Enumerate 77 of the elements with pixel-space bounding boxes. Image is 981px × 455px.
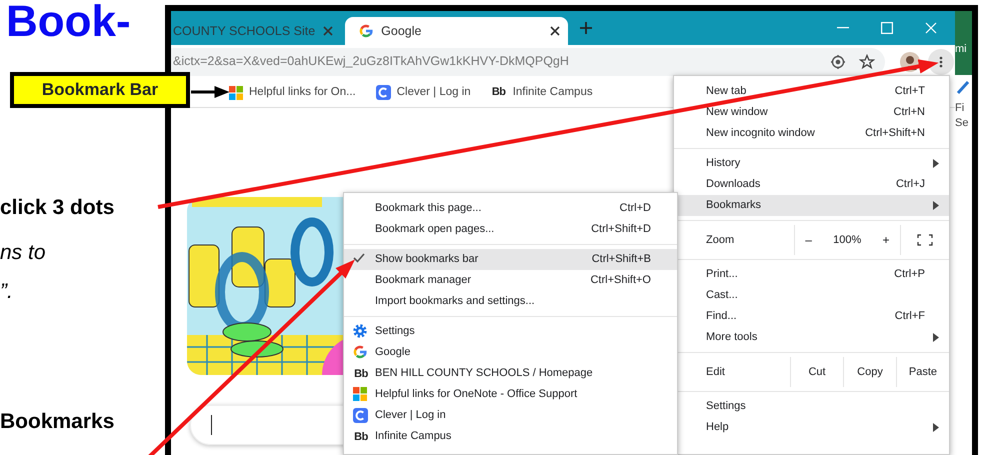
menu-item[interactable]: Help	[674, 417, 949, 438]
menu-item[interactable]: Print... Ctrl+P	[674, 264, 949, 285]
star-icon[interactable]	[859, 54, 875, 70]
menu-action-button[interactable]: Paste	[896, 357, 949, 387]
shortcut-text: Ctrl+Shift+D	[591, 222, 651, 238]
zoom-level: 100%	[833, 232, 862, 248]
instruction-text: click 3 dots	[0, 195, 114, 220]
shortcut-text: Ctrl+P	[894, 267, 925, 282]
menu-item[interactable]: New window Ctrl+N	[674, 102, 949, 123]
menu-item[interactable]: Settings	[344, 321, 677, 342]
menu-item[interactable]: Bookmark manager Ctrl+Shift+O	[344, 270, 677, 291]
menu-item[interactable]: More tools	[674, 327, 949, 348]
menu-item[interactable]: Bb BEN HILL COUNTY SCHOOLS / Homepage	[344, 363, 677, 384]
zoom-out-button[interactable]: –	[805, 231, 812, 249]
menu-action-button[interactable]: Cut	[790, 357, 843, 387]
zoom-in-button[interactable]: +	[882, 231, 890, 249]
clever-logo-icon	[353, 408, 368, 423]
google-logo-icon	[359, 24, 374, 38]
menu-item[interactable]: Clever | Log in	[344, 405, 677, 426]
menu-item[interactable]: History	[674, 153, 949, 174]
shortcut-text: Ctrl+Shift+N	[865, 126, 925, 142]
avatar-icon[interactable]	[900, 52, 920, 72]
google-logo-icon	[353, 345, 367, 359]
more-options-icon	[939, 56, 943, 68]
text-cursor	[211, 415, 212, 435]
minimize-icon	[837, 27, 849, 29]
menu-label: Edit	[705, 364, 726, 380]
menu-item[interactable]: Show bookmarks bar Ctrl+Shift+B	[344, 249, 677, 270]
instruction-text: ”.	[0, 279, 13, 305]
shortcut-text: Ctrl+N	[894, 105, 925, 120]
instruction-text: ns to	[0, 240, 46, 266]
menu-item[interactable]: Cast...	[674, 285, 949, 306]
menu-action-button[interactable]: Copy	[843, 357, 896, 387]
shortcut-text: Ctrl+F	[894, 309, 925, 324]
menu-item[interactable]: Bb Infinite Campus	[344, 426, 677, 447]
windows-logo-icon	[353, 387, 367, 401]
menu-item[interactable]: Helpful links for OneNote - Office Support	[344, 384, 677, 405]
clever-logo-icon	[376, 85, 391, 100]
shortcut-text: Ctrl+Shift+B	[592, 252, 651, 268]
bookmark-link[interactable]: Helpful links for On...	[229, 84, 356, 102]
menu-item[interactable]: Find... Ctrl+F	[674, 306, 949, 327]
ribbon-text: mi	[955, 42, 968, 57]
shortcut-text: Ctrl+J	[896, 177, 925, 192]
browser-tab[interactable]: Google	[345, 17, 568, 45]
shortcut-text: Ctrl+D	[620, 201, 651, 216]
callout-label: Bookmark Bar	[10, 72, 190, 108]
shortcut-text: Ctrl+T	[894, 84, 925, 100]
bookmark-link[interactable]: Bb Infinite Campus	[490, 84, 593, 102]
menu-item[interactable]: Bookmark this page... Ctrl+D	[344, 198, 677, 219]
ribbon-label: Fi	[955, 101, 966, 116]
site-logo: Bb	[353, 367, 369, 382]
menu-item[interactable]: New incognito window Ctrl+Shift+N	[674, 123, 949, 144]
site-logo: Bb	[490, 85, 507, 100]
close-icon	[925, 22, 937, 34]
menu-item[interactable]: Settings	[674, 396, 949, 417]
windows-logo-icon	[229, 86, 243, 100]
fullscreen-icon	[917, 234, 934, 246]
target-icon[interactable]	[831, 54, 845, 68]
bookmark-link[interactable]: Clever | Log in	[376, 84, 471, 102]
shortcut-text: Ctrl+Shift+O	[590, 273, 651, 288]
menu-button[interactable]	[928, 48, 954, 74]
settings-icon	[353, 324, 367, 338]
address-bar[interactable]: &ictx=2&sa=X&ved=0ahUKEwj_2uGz8ITkAhVGw1kKHVY-DkMQPQgH	[171, 48, 885, 76]
maximize-icon	[881, 22, 893, 34]
pen-icon	[955, 80, 969, 97]
site-logo: Bb	[353, 430, 369, 445]
menu-item[interactable]: Import bookmarks and settings...	[344, 291, 677, 312]
instruction-text: Bookmarks	[0, 408, 114, 434]
page-heading: Book-	[6, 0, 131, 44]
ribbon-label: Se	[955, 116, 970, 131]
menu-item[interactable]: Downloads Ctrl+J	[674, 174, 949, 195]
menu-item[interactable]: Google	[344, 342, 677, 363]
close-icon[interactable]	[550, 26, 560, 36]
menu-item[interactable]: Bookmark open pages... Ctrl+Shift+D	[344, 219, 677, 240]
menu-label: Zoom	[705, 232, 736, 248]
plus-icon	[579, 21, 594, 35]
menu-item[interactable]: New tab Ctrl+T	[674, 81, 949, 102]
